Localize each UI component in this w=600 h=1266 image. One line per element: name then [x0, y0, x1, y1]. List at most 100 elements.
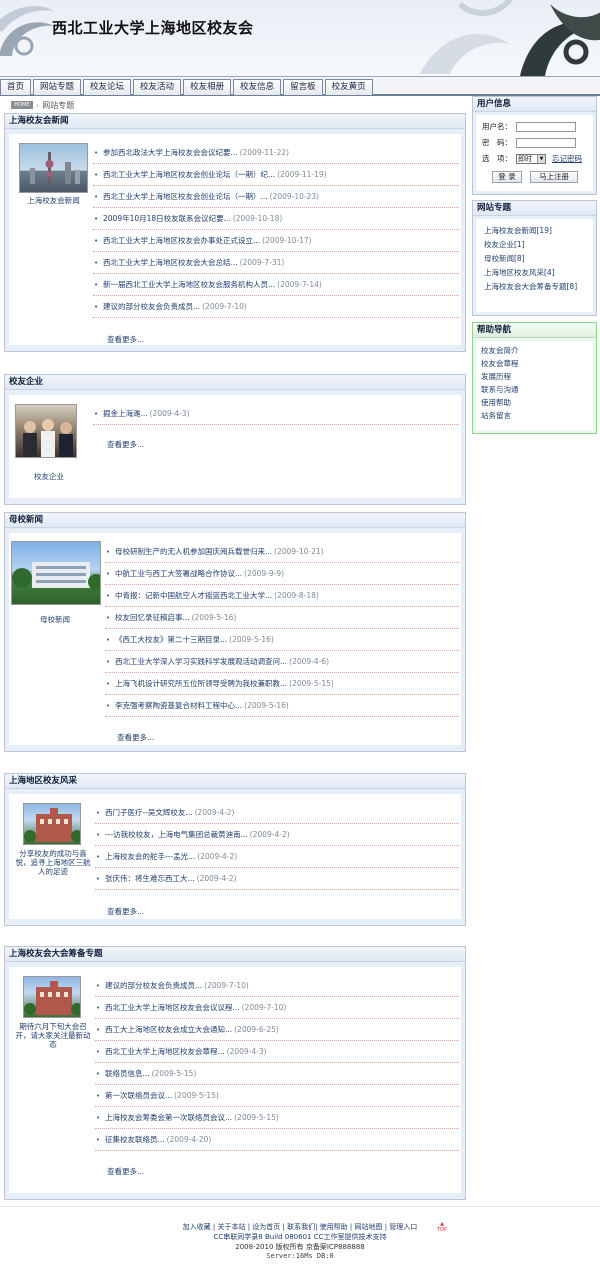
list-item[interactable]: 张庆伟：将生难忘西工大...(2009-4-2): [95, 868, 459, 890]
site-header: 西北工业大学上海地区校友会: [0, 0, 600, 76]
help-link[interactable]: 校友会章程: [481, 358, 519, 369]
list-item[interactable]: 参加西北政法大学上海校友会会议纪要...(2009-11-22): [93, 142, 459, 164]
topic-link[interactable]: 上海校友会大会筹备专题[8]: [484, 281, 577, 292]
list-item[interactable]: 西北工业大学上海地区校友会创业论坛（一期）...(2009-10-23): [93, 186, 459, 208]
view-more-link[interactable]: 查看更多...: [117, 732, 154, 743]
chevron-down-icon: ▼: [537, 154, 545, 163]
thumb-caption[interactable]: 分享校友的成功与喜悦，追寻上海地区三航人的足迹: [15, 849, 91, 876]
campus-building-image[interactable]: [11, 541, 101, 605]
footer-links[interactable]: 加入收藏 | 关于本站 | 设为首页 | 联系我们| 使用帮助 | 网站地图 |…: [0, 1222, 600, 1232]
panel-body: 期待六月下旬大会召开，请大家关注最新动态 建议的部分校友会负责成员...(200…: [9, 967, 461, 1193]
panel-body: 分享校友的成功与喜悦，追寻上海地区三航人的足迹 西门子医疗--吴文辉校友...(…: [9, 794, 461, 919]
list-item[interactable]: 建议的部分校友会负责成员...(2009-7-10): [93, 296, 459, 318]
username-label: 用户名：: [482, 122, 512, 131]
panel-title: 上海地区校友风采: [5, 774, 465, 789]
list-item[interactable]: 上海校友会筹委会第一次联络员会议...(2009-5-15): [95, 1107, 459, 1129]
alumni-building-image[interactable]: [23, 803, 81, 845]
login-button[interactable]: 登 录: [492, 171, 522, 183]
list-item[interactable]: 中青报：记新中国航空人才摇篮西北工业大学...(2009-8-18): [105, 585, 459, 607]
list-item[interactable]: 《西工大校友》第二十三期目录...(2009-5-16): [105, 629, 459, 651]
list-item[interactable]: 新一届西北工业大学上海地区校友会服务机构人员...(2009-7-14): [93, 274, 459, 296]
tab-guestbook[interactable]: 留言板: [283, 79, 323, 95]
list-item[interactable]: 上海飞机设计研究所五位所领导受聘为我校兼职教...(2009-5-15): [105, 673, 459, 695]
list-item[interactable]: 掘金上海滩...(2009-4-3): [93, 403, 459, 425]
panel-title: 校友企业: [5, 375, 465, 390]
list-item[interactable]: 2009年10月18日校友联系会议纪要...(2009-10-18): [93, 208, 459, 230]
panel-alumni-style: 上海地区校友风采 分享校友的成功与喜悦，追寻上海地区三航人的足迹 西门子医疗--…: [4, 773, 466, 926]
view-more-link[interactable]: 查看更多...: [107, 1166, 144, 1177]
thumb-caption[interactable]: 校友企业: [9, 472, 89, 481]
tab-album[interactable]: 校友相册: [183, 79, 232, 95]
password-label: 密 码：: [482, 138, 512, 147]
forgot-password-link[interactable]: 忘记密码: [552, 153, 582, 164]
congress-building-image[interactable]: [23, 976, 81, 1018]
panel-body: 上海校友会新闻 参加西北政法大学上海校友会会议纪要...(2009-11-22)…: [9, 134, 461, 345]
school-news-list: 母校研制生产的无人机参加国庆阅兵载誉归来...(2009-10-21) 中航工业…: [105, 541, 459, 717]
help-link[interactable]: 联系与沟通: [481, 384, 519, 395]
list-item[interactable]: 李克强考察陶瓷基复合材料工程中心...(2009-5-16): [105, 695, 459, 717]
help-link[interactable]: 发展历程: [481, 371, 511, 382]
option-select[interactable]: 即时 ▼: [516, 153, 546, 164]
breadcrumb: HOME › 网站专题: [11, 99, 74, 111]
password-input[interactable]: [516, 137, 576, 148]
help-link[interactable]: 校友会简介: [481, 345, 519, 356]
view-more-link[interactable]: 查看更多...: [107, 334, 144, 345]
tab-activities[interactable]: 校友活动: [133, 79, 182, 95]
list-item[interactable]: 西北工业大学上海地区校友会章程...(2009-4-3): [95, 1041, 459, 1063]
thumb-caption[interactable]: 母校新闻: [15, 615, 95, 624]
list-item[interactable]: 第一次联络员会议...(2009-5-15): [95, 1085, 459, 1107]
list-item[interactable]: 西北工业大学深入学习实践科学发展观活动调查问...(2009-4-6): [105, 651, 459, 673]
tab-info[interactable]: 校友信息: [233, 79, 282, 95]
list-item[interactable]: 母校研制生产的无人机参加国庆阅兵载誉归来...(2009-10-21): [105, 541, 459, 563]
breadcrumb-current[interactable]: 网站专题: [42, 100, 74, 111]
enterprise-list: 掘金上海滩...(2009-4-3): [93, 403, 459, 425]
list-item[interactable]: 西工大上海地区校友会成立大会通知...(2009-6-25): [95, 1019, 459, 1041]
home-badge-icon[interactable]: HOME: [11, 101, 33, 109]
shanghai-skyline-image[interactable]: [19, 143, 88, 193]
list-item[interactable]: 西门子医疗--吴文辉校友...(2009-4-2): [95, 802, 459, 824]
list-item[interactable]: 西北工业大学上海地区校友会大会总结...(2009-7-31): [93, 252, 459, 274]
site-footer: 加入收藏 | 关于本站 | 设为首页 | 联系我们| 使用帮助 | 网站地图 |…: [0, 1206, 600, 1266]
tab-topics[interactable]: 网站专题: [33, 79, 82, 95]
enterprise-photo-image[interactable]: [15, 404, 77, 458]
list-item[interactable]: 西北工业大学上海地区校友会办事处正式设立...(2009-10-17): [93, 230, 459, 252]
box-title: 帮助导航: [473, 323, 596, 338]
panel-title: 上海校友会新闻: [5, 114, 465, 129]
site-title: 西北工业大学上海地区校友会: [52, 19, 254, 37]
thumb-caption[interactable]: 期待六月下旬大会召开，请大家关注最新动态: [15, 1022, 91, 1049]
list-item[interactable]: 建议的部分校友会负责成员...(2009-7-10): [95, 975, 459, 997]
list-item[interactable]: 西北工业大学上海地区校友会会议议程...(2009-7-10): [95, 997, 459, 1019]
list-item[interactable]: 校友回忆录征稿启事...(2009-5-16): [105, 607, 459, 629]
topic-link[interactable]: 母校新闻[8]: [484, 253, 525, 264]
thumb-caption[interactable]: 上海校友会新闻: [15, 196, 92, 205]
tab-yellow-pages[interactable]: 校友黄页: [324, 79, 373, 95]
register-button[interactable]: 马上注册: [530, 171, 578, 183]
option-label: 选 项：: [482, 154, 512, 163]
tab-home[interactable]: 首页: [0, 79, 32, 95]
help-nav-box: 帮助导航 校友会简介 校友会章程 发展历程 联系与沟通 使用帮助 站务留言: [472, 322, 597, 434]
right-tribal-ornament-icon: [420, 0, 600, 76]
topic-link[interactable]: 上海地区校友风采[4]: [484, 267, 555, 278]
topic-link[interactable]: 校友企业[1]: [484, 239, 525, 250]
help-link[interactable]: 站务留言: [481, 410, 511, 421]
user-info-box: 用户信息 用户名： 密 码： 选 项： 即时 ▼ 忘记密码 登 录 马上注册: [472, 96, 597, 195]
view-more-link[interactable]: 查看更多...: [107, 439, 144, 450]
password-row: 密 码：: [482, 137, 576, 148]
topic-link[interactable]: 上海校友会新闻[19]: [484, 225, 552, 236]
list-item[interactable]: 中航工业与西工大签署战略合作协议...(2009-9-9): [105, 563, 459, 585]
username-input[interactable]: [516, 121, 576, 132]
help-link[interactable]: 使用帮助: [481, 397, 511, 408]
tab-forum[interactable]: 校友论坛: [83, 79, 132, 95]
list-item[interactable]: 上海校友会的舵手---孟光...(2009-4-2): [95, 846, 459, 868]
left-tribal-ornament-icon: [0, 6, 54, 56]
list-item[interactable]: 西北工业大学上海地区校友会创业论坛（一期）纪...(2009-11-19): [93, 164, 459, 186]
back-to-top-icon[interactable]: ▲ TOP: [436, 1221, 448, 1233]
panel-shanghai-news: 上海校友会新闻 上海校友会新闻 参加西北政法大学上海校友会会议纪要...(200…: [4, 113, 466, 352]
username-row: 用户名：: [482, 121, 576, 132]
list-item[interactable]: 征集校友联络员...(2009-4-20): [95, 1129, 459, 1151]
panel-body: 校友企业 掘金上海滩...(2009-4-3) 查看更多...: [9, 395, 461, 498]
list-item[interactable]: ---访我校校友，上海电气集团总裁黄迪南...(2009-4-2): [95, 824, 459, 846]
view-more-link[interactable]: 查看更多...: [107, 906, 144, 917]
box-title: 用户信息: [473, 97, 596, 112]
list-item[interactable]: 联络员信息...(2009-5-15): [95, 1063, 459, 1085]
